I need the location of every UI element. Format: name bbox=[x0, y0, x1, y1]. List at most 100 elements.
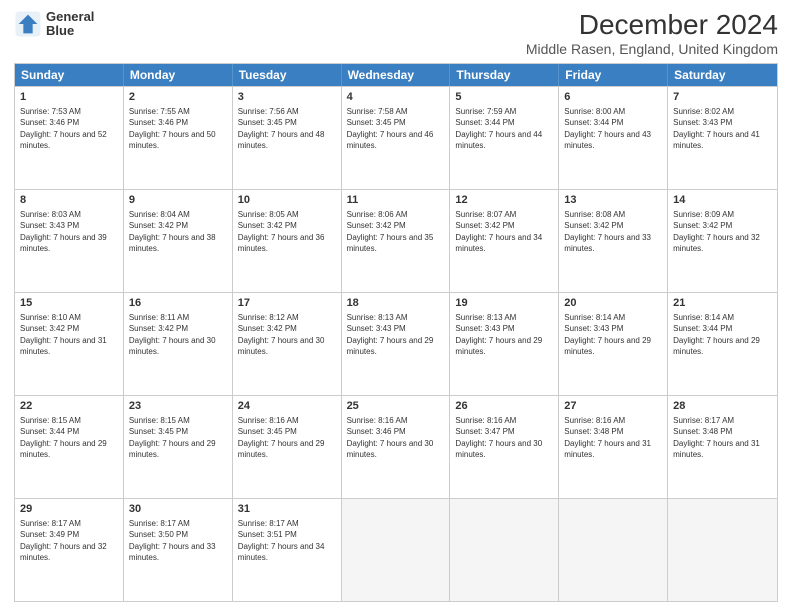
cell-info: Sunrise: 8:12 AM Sunset: 3:42 PM Dayligh… bbox=[238, 313, 325, 356]
calendar-cell: 30 Sunrise: 8:17 AM Sunset: 3:50 PM Dayli… bbox=[124, 499, 233, 601]
calendar-header-cell: Wednesday bbox=[342, 64, 451, 86]
day-number: 14 bbox=[673, 193, 772, 208]
cell-info: Sunrise: 8:09 AM Sunset: 3:42 PM Dayligh… bbox=[673, 210, 760, 253]
day-number: 18 bbox=[347, 296, 445, 311]
calendar-header-cell: Thursday bbox=[450, 64, 559, 86]
day-number: 2 bbox=[129, 90, 227, 105]
calendar-row: 1 Sunrise: 7:53 AM Sunset: 3:46 PM Daylig… bbox=[15, 86, 777, 189]
calendar-cell: 5 Sunrise: 7:59 AM Sunset: 3:44 PM Daylig… bbox=[450, 87, 559, 189]
title-block: December 2024 Middle Rasen, England, Uni… bbox=[526, 10, 778, 57]
calendar-cell bbox=[450, 499, 559, 601]
calendar-cell: 6Sunrise: 8:00 AM Sunset: 3:44 PM Daylig… bbox=[559, 87, 668, 189]
calendar-cell: 3Sunrise: 7:56 AM Sunset: 3:45 PM Daylig… bbox=[233, 87, 342, 189]
calendar-row: 15 Sunrise: 8:10 AM Sunset: 3:42 PM Dayli… bbox=[15, 292, 777, 395]
cell-info: Sunrise: 7:53 AM Sunset: 3:46 PM Dayligh… bbox=[20, 107, 107, 150]
calendar-cell: 10 Sunrise: 8:05 AM Sunset: 3:42 PM Dayli… bbox=[233, 190, 342, 292]
cell-info: Sunrise: 8:10 AM Sunset: 3:42 PM Dayligh… bbox=[20, 313, 107, 356]
day-number: 22 bbox=[20, 399, 118, 414]
day-number: 9 bbox=[129, 193, 227, 208]
cell-info: Sunrise: 8:02 AM Sunset: 3:43 PM Dayligh… bbox=[673, 107, 760, 150]
header: General Blue December 2024 Middle Rasen,… bbox=[14, 10, 778, 57]
calendar-cell bbox=[559, 499, 668, 601]
calendar-body: 1 Sunrise: 7:53 AM Sunset: 3:46 PM Daylig… bbox=[15, 86, 777, 601]
cell-info: Sunrise: 8:16 AM Sunset: 3:47 PM Dayligh… bbox=[455, 416, 542, 459]
calendar-cell: 8Sunrise: 8:03 AM Sunset: 3:43 PM Daylig… bbox=[15, 190, 124, 292]
cell-info: Sunrise: 8:17 AM Sunset: 3:49 PM Dayligh… bbox=[20, 519, 107, 562]
day-number: 29 bbox=[20, 502, 118, 517]
day-number: 21 bbox=[673, 296, 772, 311]
calendar-cell: 29 Sunrise: 8:17 AM Sunset: 3:49 PM Dayli… bbox=[15, 499, 124, 601]
day-number: 25 bbox=[347, 399, 445, 414]
calendar-cell: 27 Sunrise: 8:16 AM Sunset: 3:48 PM Dayli… bbox=[559, 396, 668, 498]
calendar-cell: 26 Sunrise: 8:16 AM Sunset: 3:47 PM Dayli… bbox=[450, 396, 559, 498]
day-number: 16 bbox=[129, 296, 227, 311]
cell-info: Sunrise: 8:00 AM Sunset: 3:44 PM Dayligh… bbox=[564, 107, 651, 150]
calendar-header-cell: Sunday bbox=[15, 64, 124, 86]
cell-info: Sunrise: 7:59 AM Sunset: 3:44 PM Dayligh… bbox=[455, 107, 542, 150]
cell-info: Sunrise: 8:16 AM Sunset: 3:48 PM Dayligh… bbox=[564, 416, 651, 459]
calendar-cell: 13Sunrise: 8:08 AM Sunset: 3:42 PM Dayli… bbox=[559, 190, 668, 292]
day-number: 15 bbox=[20, 296, 118, 311]
calendar-row: 29 Sunrise: 8:17 AM Sunset: 3:49 PM Dayli… bbox=[15, 498, 777, 601]
calendar-header: SundayMondayTuesdayWednesdayThursdayFrid… bbox=[15, 64, 777, 86]
main-title: December 2024 bbox=[526, 10, 778, 41]
cell-info: Sunrise: 8:14 AM Sunset: 3:44 PM Dayligh… bbox=[673, 313, 760, 356]
calendar-cell: 18 Sunrise: 8:13 AM Sunset: 3:43 PM Dayli… bbox=[342, 293, 451, 395]
calendar-cell: 9 Sunrise: 8:04 AM Sunset: 3:42 PM Daylig… bbox=[124, 190, 233, 292]
day-number: 31 bbox=[238, 502, 336, 517]
calendar-cell: 2 Sunrise: 7:55 AM Sunset: 3:46 PM Daylig… bbox=[124, 87, 233, 189]
day-number: 12 bbox=[455, 193, 553, 208]
page: General Blue December 2024 Middle Rasen,… bbox=[0, 0, 792, 612]
calendar-cell: 17 Sunrise: 8:12 AM Sunset: 3:42 PM Dayli… bbox=[233, 293, 342, 395]
day-number: 24 bbox=[238, 399, 336, 414]
day-number: 27 bbox=[564, 399, 662, 414]
calendar-cell: 14 Sunrise: 8:09 AM Sunset: 3:42 PM Dayli… bbox=[668, 190, 777, 292]
calendar-row: 8Sunrise: 8:03 AM Sunset: 3:43 PM Daylig… bbox=[15, 189, 777, 292]
cell-info: Sunrise: 8:05 AM Sunset: 3:42 PM Dayligh… bbox=[238, 210, 325, 253]
cell-info: Sunrise: 8:15 AM Sunset: 3:44 PM Dayligh… bbox=[20, 416, 107, 459]
cell-info: Sunrise: 7:58 AM Sunset: 3:45 PM Dayligh… bbox=[347, 107, 434, 150]
cell-info: Sunrise: 8:03 AM Sunset: 3:43 PM Dayligh… bbox=[20, 210, 107, 253]
calendar-cell: 4 Sunrise: 7:58 AM Sunset: 3:45 PM Daylig… bbox=[342, 87, 451, 189]
day-number: 10 bbox=[238, 193, 336, 208]
cell-info: Sunrise: 7:55 AM Sunset: 3:46 PM Dayligh… bbox=[129, 107, 216, 150]
logo-icon bbox=[14, 10, 42, 38]
day-number: 13 bbox=[564, 193, 662, 208]
day-number: 3 bbox=[238, 90, 336, 105]
cell-info: Sunrise: 8:17 AM Sunset: 3:48 PM Dayligh… bbox=[673, 416, 760, 459]
day-number: 30 bbox=[129, 502, 227, 517]
day-number: 7 bbox=[673, 90, 772, 105]
cell-info: Sunrise: 8:17 AM Sunset: 3:50 PM Dayligh… bbox=[129, 519, 216, 562]
calendar-cell bbox=[342, 499, 451, 601]
day-number: 4 bbox=[347, 90, 445, 105]
day-number: 5 bbox=[455, 90, 553, 105]
cell-info: Sunrise: 8:14 AM Sunset: 3:43 PM Dayligh… bbox=[564, 313, 651, 356]
calendar-cell: 11Sunrise: 8:06 AM Sunset: 3:42 PM Dayli… bbox=[342, 190, 451, 292]
calendar-header-cell: Tuesday bbox=[233, 64, 342, 86]
cell-info: Sunrise: 8:07 AM Sunset: 3:42 PM Dayligh… bbox=[455, 210, 542, 253]
calendar-row: 22 Sunrise: 8:15 AM Sunset: 3:44 PM Dayli… bbox=[15, 395, 777, 498]
cell-info: Sunrise: 8:13 AM Sunset: 3:43 PM Dayligh… bbox=[347, 313, 434, 356]
cell-info: Sunrise: 8:13 AM Sunset: 3:43 PM Dayligh… bbox=[455, 313, 542, 356]
day-number: 23 bbox=[129, 399, 227, 414]
logo: General Blue bbox=[14, 10, 94, 39]
calendar-cell: 19 Sunrise: 8:13 AM Sunset: 3:43 PM Dayli… bbox=[450, 293, 559, 395]
calendar-cell: 23 Sunrise: 8:15 AM Sunset: 3:45 PM Dayli… bbox=[124, 396, 233, 498]
calendar-cell: 7 Sunrise: 8:02 AM Sunset: 3:43 PM Daylig… bbox=[668, 87, 777, 189]
calendar-cell: 25 Sunrise: 8:16 AM Sunset: 3:46 PM Dayli… bbox=[342, 396, 451, 498]
calendar-cell: 21 Sunrise: 8:14 AM Sunset: 3:44 PM Dayli… bbox=[668, 293, 777, 395]
calendar-header-cell: Saturday bbox=[668, 64, 777, 86]
calendar-cell: 24 Sunrise: 8:16 AM Sunset: 3:45 PM Dayli… bbox=[233, 396, 342, 498]
subtitle: Middle Rasen, England, United Kingdom bbox=[526, 41, 778, 57]
cell-info: Sunrise: 8:17 AM Sunset: 3:51 PM Dayligh… bbox=[238, 519, 325, 562]
cell-info: Sunrise: 8:16 AM Sunset: 3:46 PM Dayligh… bbox=[347, 416, 434, 459]
day-number: 1 bbox=[20, 90, 118, 105]
day-number: 17 bbox=[238, 296, 336, 311]
cell-info: Sunrise: 8:04 AM Sunset: 3:42 PM Dayligh… bbox=[129, 210, 216, 253]
calendar-cell: 22 Sunrise: 8:15 AM Sunset: 3:44 PM Dayli… bbox=[15, 396, 124, 498]
cell-info: Sunrise: 8:15 AM Sunset: 3:45 PM Dayligh… bbox=[129, 416, 216, 459]
calendar-header-cell: Friday bbox=[559, 64, 668, 86]
day-number: 19 bbox=[455, 296, 553, 311]
day-number: 26 bbox=[455, 399, 553, 414]
cell-info: Sunrise: 8:16 AM Sunset: 3:45 PM Dayligh… bbox=[238, 416, 325, 459]
